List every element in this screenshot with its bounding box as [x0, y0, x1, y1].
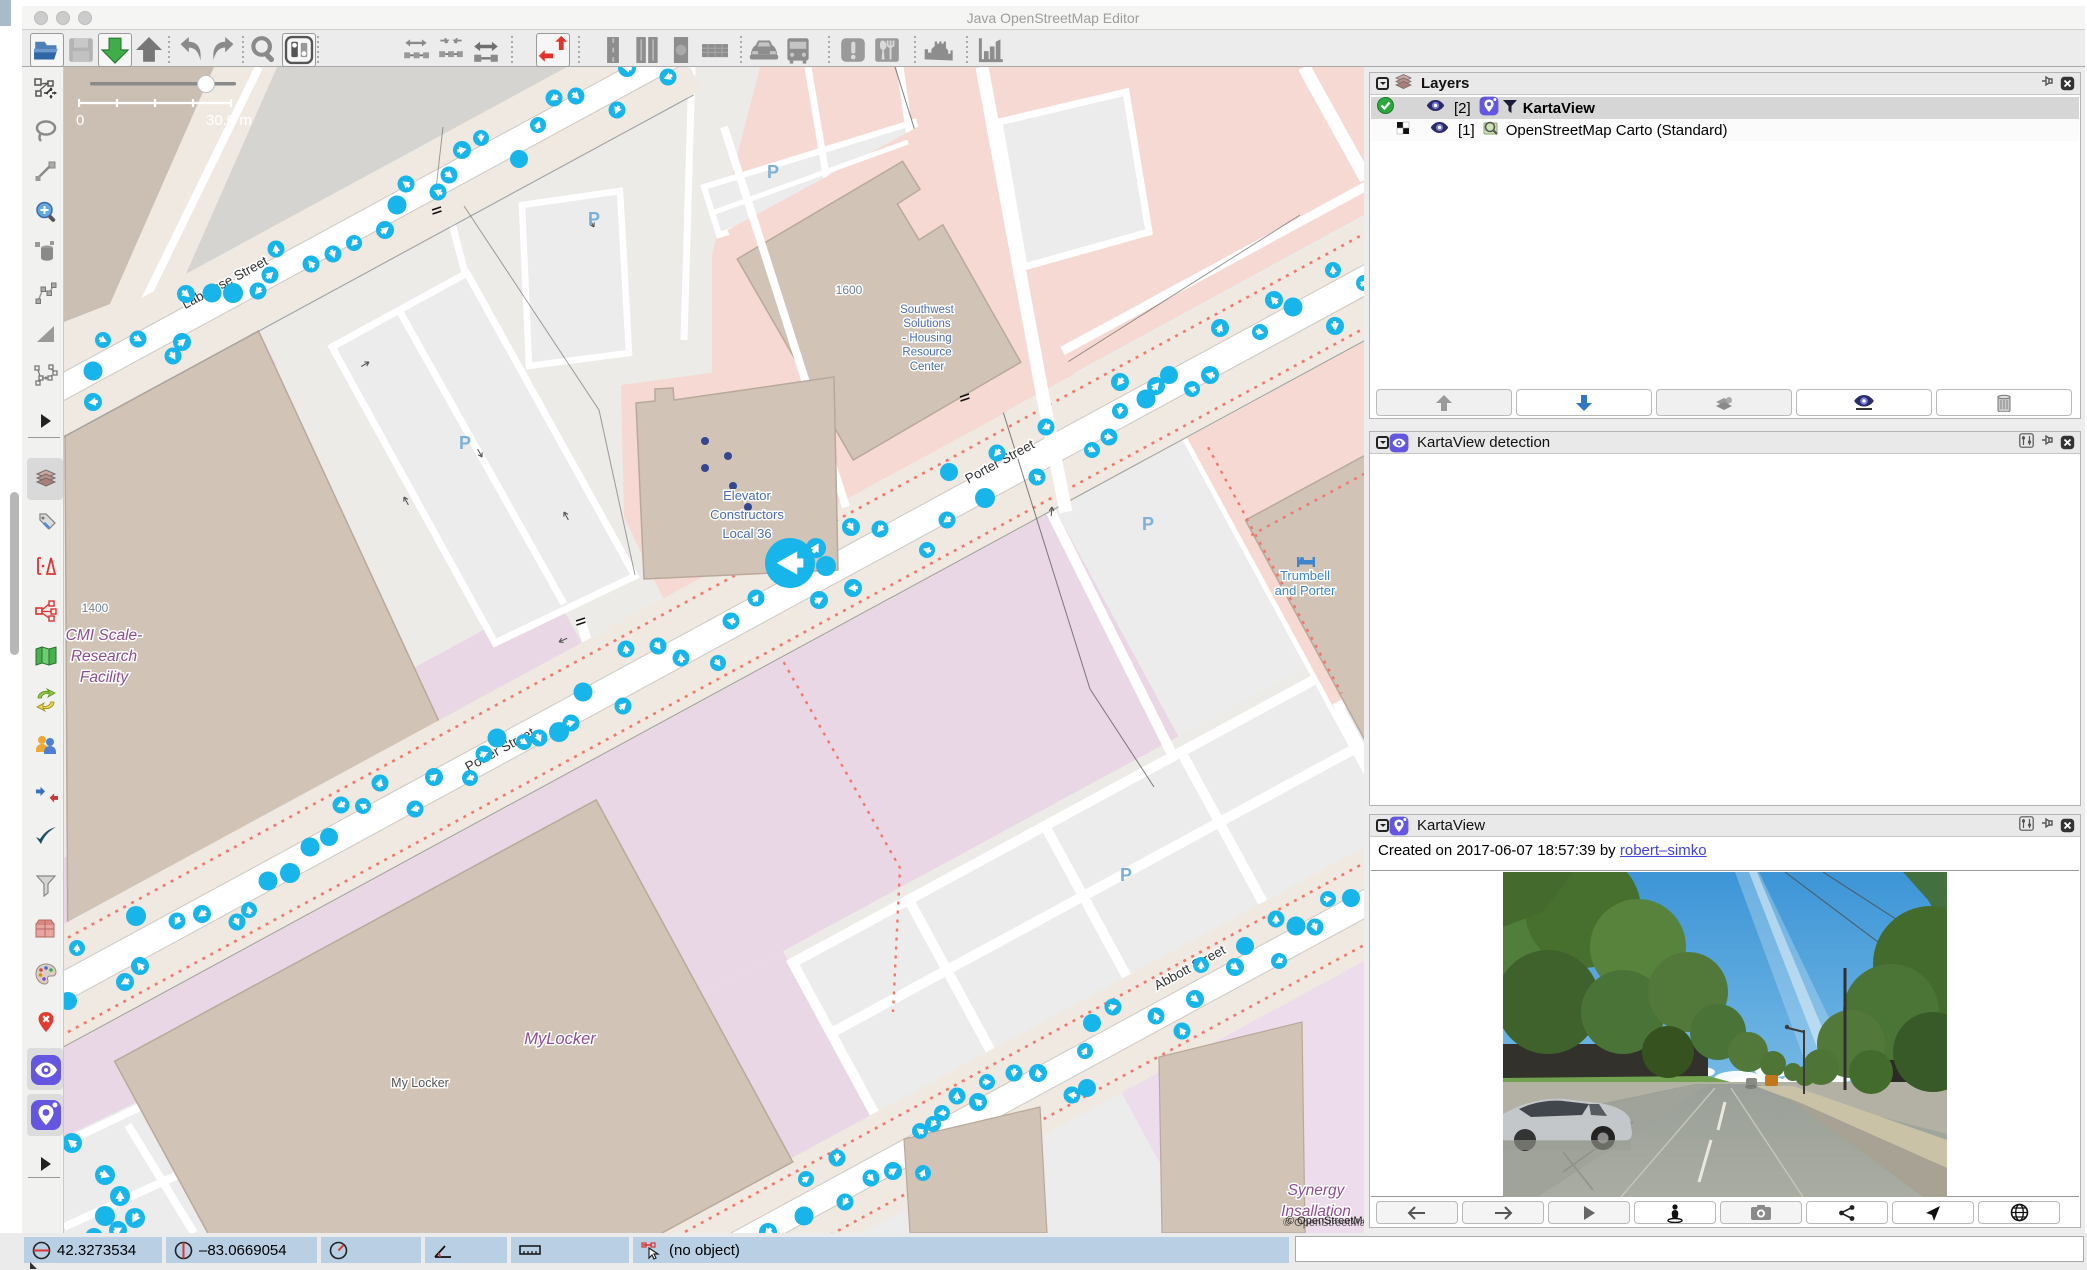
svg-text:Southwest: Southwest [900, 304, 955, 316]
svg-text:P: P [1142, 514, 1154, 534]
svg-text:30.0 m: 30.0 m [206, 112, 252, 129]
svg-text:Center: Center [910, 361, 945, 373]
svg-text:0: 0 [76, 112, 84, 129]
svg-text:P: P [459, 433, 471, 453]
svg-text:© OpenStreetMap contributors: © OpenStreetMap contributors [1283, 1217, 1364, 1229]
svg-text:P: P [767, 162, 779, 182]
svg-text:Synergy: Synergy [1288, 1182, 1346, 1199]
svg-text:Resource: Resource [902, 347, 951, 359]
svg-text:Facility: Facility [80, 669, 129, 686]
svg-text:Constructors: Constructors [710, 507, 784, 522]
svg-text:Trumbell: Trumbell [1280, 568, 1330, 583]
svg-text:Research: Research [71, 648, 137, 665]
svg-text:1400: 1400 [82, 601, 109, 615]
svg-text:Solutions: Solutions [903, 318, 951, 330]
svg-text:- Housing: - Housing [902, 332, 951, 344]
svg-text:P: P [1120, 865, 1132, 885]
svg-text:Elevator: Elevator [723, 488, 771, 503]
svg-text:MyLocker: MyLocker [524, 1030, 597, 1048]
svg-text:CMI Scale-: CMI Scale- [66, 627, 143, 644]
svg-text:and Porter: and Porter [1275, 583, 1336, 598]
svg-text:P: P [588, 209, 600, 229]
svg-text:Local 36: Local 36 [722, 526, 771, 541]
svg-text:1600: 1600 [836, 283, 863, 297]
svg-text:My Locker: My Locker [391, 1076, 449, 1090]
